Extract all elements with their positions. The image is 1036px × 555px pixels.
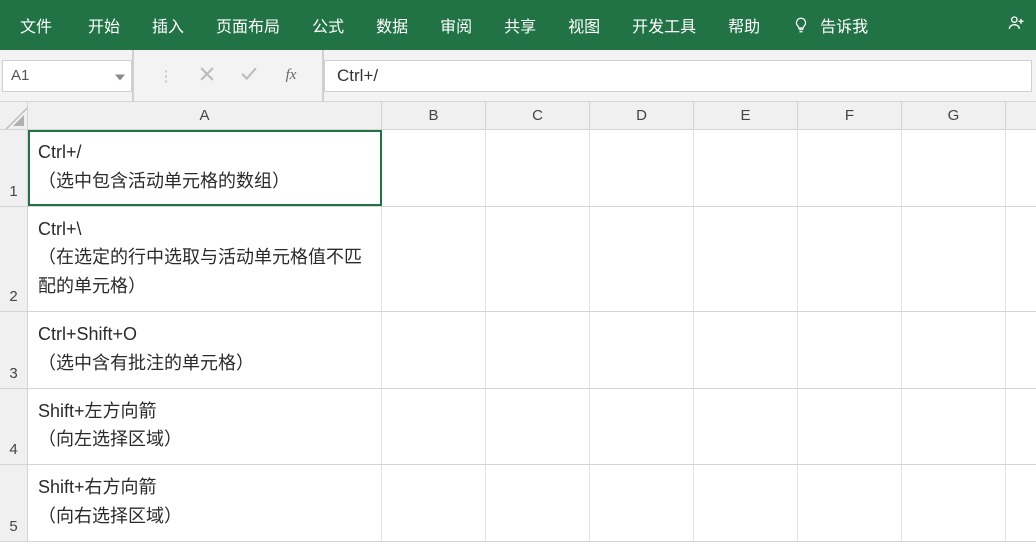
cell-F3[interactable] <box>798 312 902 388</box>
ribbon-menubar: 文件 开始 插入 页面布局 公式 数据 审阅 共享 视图 开发工具 帮助 告诉我 <box>0 0 1036 50</box>
col-header-E[interactable]: E <box>694 102 798 129</box>
tab-share[interactable]: 共享 <box>488 0 552 50</box>
table-row: 4 Shift+左方向箭 （向左选择区域） <box>0 389 1036 466</box>
select-all-corner[interactable] <box>0 102 28 129</box>
cell-B2[interactable] <box>382 207 486 311</box>
cell-B4[interactable] <box>382 389 486 465</box>
cell-G1[interactable] <box>902 130 1006 206</box>
row-header-4[interactable]: 4 <box>0 389 28 465</box>
cell-A2[interactable]: Ctrl+\ （在选定的行中选取与活动单元格值不匹配的单元格） <box>28 207 382 311</box>
tab-review[interactable]: 审阅 <box>424 0 488 50</box>
cell-C2[interactable] <box>486 207 590 311</box>
cell-B3[interactable] <box>382 312 486 388</box>
tab-page-layout[interactable]: 页面布局 <box>200 0 296 50</box>
cell-C1[interactable] <box>486 130 590 206</box>
cell-F5[interactable] <box>798 465 902 541</box>
cell-G5[interactable] <box>902 465 1006 541</box>
cell-D2[interactable] <box>590 207 694 311</box>
cell-E5[interactable] <box>694 465 798 541</box>
table-row: 5 Shift+右方向箭 （向右选择区域） <box>0 465 1036 542</box>
tab-file[interactable]: 文件 <box>4 0 72 50</box>
formula-value: Ctrl+/ <box>337 66 378 86</box>
cell-B1[interactable] <box>382 130 486 206</box>
cell-C3[interactable] <box>486 312 590 388</box>
cell-E4[interactable] <box>694 389 798 465</box>
cell-E2[interactable] <box>694 207 798 311</box>
cell-D3[interactable] <box>590 312 694 388</box>
cell-A5[interactable]: Shift+右方向箭 （向右选择区域） <box>28 465 382 541</box>
name-box-value: A1 <box>11 67 29 84</box>
row-header-1[interactable]: 1 <box>0 130 28 206</box>
cell-F4[interactable] <box>798 389 902 465</box>
col-header-F[interactable]: F <box>798 102 902 129</box>
cell-A3[interactable]: Ctrl+Shift+O （选中含有批注的单元格） <box>28 312 382 388</box>
fx-icon[interactable]: fx <box>280 67 302 84</box>
formula-input[interactable]: Ctrl+/ <box>324 60 1032 92</box>
row-header-5[interactable]: 5 <box>0 465 28 541</box>
cell-F1[interactable] <box>798 130 902 206</box>
ribbon-right-controls <box>996 13 1036 38</box>
col-header-C[interactable]: C <box>486 102 590 129</box>
cell-D1[interactable] <box>590 130 694 206</box>
confirm-icon[interactable] <box>238 67 260 85</box>
spreadsheet-grid: A B C D E F G 1 Ctrl+/ （选中包含活动单元格的数组） 2 … <box>0 102 1036 542</box>
row-header-3[interactable]: 3 <box>0 312 28 388</box>
lightbulb-icon <box>792 16 810 34</box>
col-header-D[interactable]: D <box>590 102 694 129</box>
tab-formulas[interactable]: 公式 <box>296 0 360 50</box>
cell-D4[interactable] <box>590 389 694 465</box>
cell-D5[interactable] <box>590 465 694 541</box>
tab-insert[interactable]: 插入 <box>136 0 200 50</box>
formula-bar: A1 ⋮ fx Ctrl+/ <box>0 50 1036 102</box>
col-header-G[interactable]: G <box>902 102 1006 129</box>
share-person-icon[interactable] <box>1006 13 1026 38</box>
tab-help[interactable]: 帮助 <box>712 0 776 50</box>
name-box[interactable]: A1 <box>2 60 132 92</box>
cell-B5[interactable] <box>382 465 486 541</box>
cell-G3[interactable] <box>902 312 1006 388</box>
cell-G4[interactable] <box>902 389 1006 465</box>
column-headers: A B C D E F G <box>0 102 1036 130</box>
col-header-A[interactable]: A <box>28 102 382 129</box>
formula-bar-buttons: ⋮ fx <box>134 67 322 85</box>
table-row: 3 Ctrl+Shift+O （选中含有批注的单元格） <box>0 312 1036 389</box>
tab-developer[interactable]: 开发工具 <box>616 0 712 50</box>
row-header-2[interactable]: 2 <box>0 207 28 311</box>
cell-A4[interactable]: Shift+左方向箭 （向左选择区域） <box>28 389 382 465</box>
cell-A1[interactable]: Ctrl+/ （选中包含活动单元格的数组） <box>28 130 382 206</box>
tell-me-search[interactable]: 告诉我 <box>776 0 884 50</box>
handle-icon[interactable]: ⋮ <box>154 67 176 85</box>
tab-view[interactable]: 视图 <box>552 0 616 50</box>
caret-down-icon[interactable] <box>115 67 125 84</box>
table-row: 1 Ctrl+/ （选中包含活动单元格的数组） <box>0 130 1036 207</box>
cell-C4[interactable] <box>486 389 590 465</box>
cell-E1[interactable] <box>694 130 798 206</box>
cell-C5[interactable] <box>486 465 590 541</box>
cancel-icon[interactable] <box>196 67 218 85</box>
tab-data[interactable]: 数据 <box>360 0 424 50</box>
col-header-B[interactable]: B <box>382 102 486 129</box>
tell-me-label: 告诉我 <box>820 13 868 37</box>
table-row: 2 Ctrl+\ （在选定的行中选取与活动单元格值不匹配的单元格） <box>0 207 1036 312</box>
cell-E3[interactable] <box>694 312 798 388</box>
cell-F2[interactable] <box>798 207 902 311</box>
cell-G2[interactable] <box>902 207 1006 311</box>
grid-rows: 1 Ctrl+/ （选中包含活动单元格的数组） 2 Ctrl+\ （在选定的行中… <box>0 130 1036 542</box>
tab-home[interactable]: 开始 <box>72 0 136 50</box>
